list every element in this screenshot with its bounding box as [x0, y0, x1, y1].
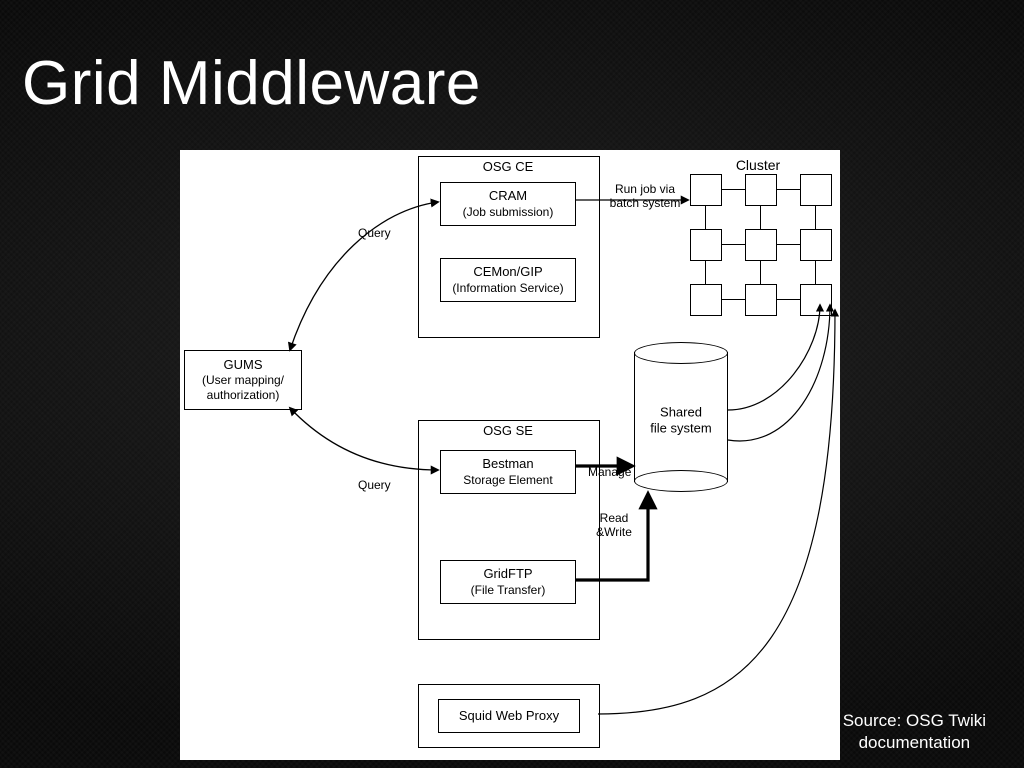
cemon-box: CEMon/GIP (Information Service)	[440, 258, 576, 302]
cemon-sub: (Information Service)	[452, 281, 563, 296]
squid-box: Squid Web Proxy	[438, 699, 580, 733]
cluster-label: Cluster	[688, 157, 828, 173]
shared-fs-l1: Shared	[660, 405, 702, 420]
squid-label: Squid Web Proxy	[459, 708, 559, 724]
gridftp-sub: (File Transfer)	[471, 583, 546, 598]
runjob-label: Run job via batch system	[604, 182, 686, 210]
gums-sub2: authorization)	[207, 388, 280, 403]
diagram-canvas: OSG CE CRAM (Job submission) CEMon/GIP (…	[180, 150, 840, 760]
manage-label: Manage	[588, 465, 631, 479]
cemon-title: CEMon/GIP	[473, 264, 542, 280]
query1-label: Query	[358, 226, 391, 240]
readwrite-label: Read &Write	[584, 511, 644, 539]
osg-ce-label: OSG CE	[418, 159, 598, 174]
query2-label: Query	[358, 478, 391, 492]
gridftp-box: GridFTP (File Transfer)	[440, 560, 576, 604]
slide-title: Grid Middleware	[22, 48, 481, 119]
bestman-box: Bestman Storage Element	[440, 450, 576, 494]
gums-title: GUMS	[224, 357, 263, 373]
gums-sub1: (User mapping/	[202, 373, 284, 388]
cram-title: CRAM	[489, 188, 527, 204]
gums-box: GUMS (User mapping/ authorization)	[184, 350, 302, 410]
cram-box: CRAM (Job submission)	[440, 182, 576, 226]
bestman-sub: Storage Element	[463, 473, 552, 488]
gridftp-title: GridFTP	[483, 566, 532, 582]
source-credit: Source: OSG Twiki documentation	[843, 710, 986, 754]
slide: Grid Middleware OSG CE CRAM (Job submiss…	[0, 0, 1024, 768]
cluster-grid	[690, 174, 840, 324]
cram-sub: (Job submission)	[463, 205, 554, 220]
shared-fs-cylinder: Shared file system	[634, 342, 728, 492]
bestman-title: Bestman	[482, 456, 533, 472]
osg-se-label: OSG SE	[418, 423, 598, 438]
shared-fs-l2: file system	[650, 420, 711, 435]
